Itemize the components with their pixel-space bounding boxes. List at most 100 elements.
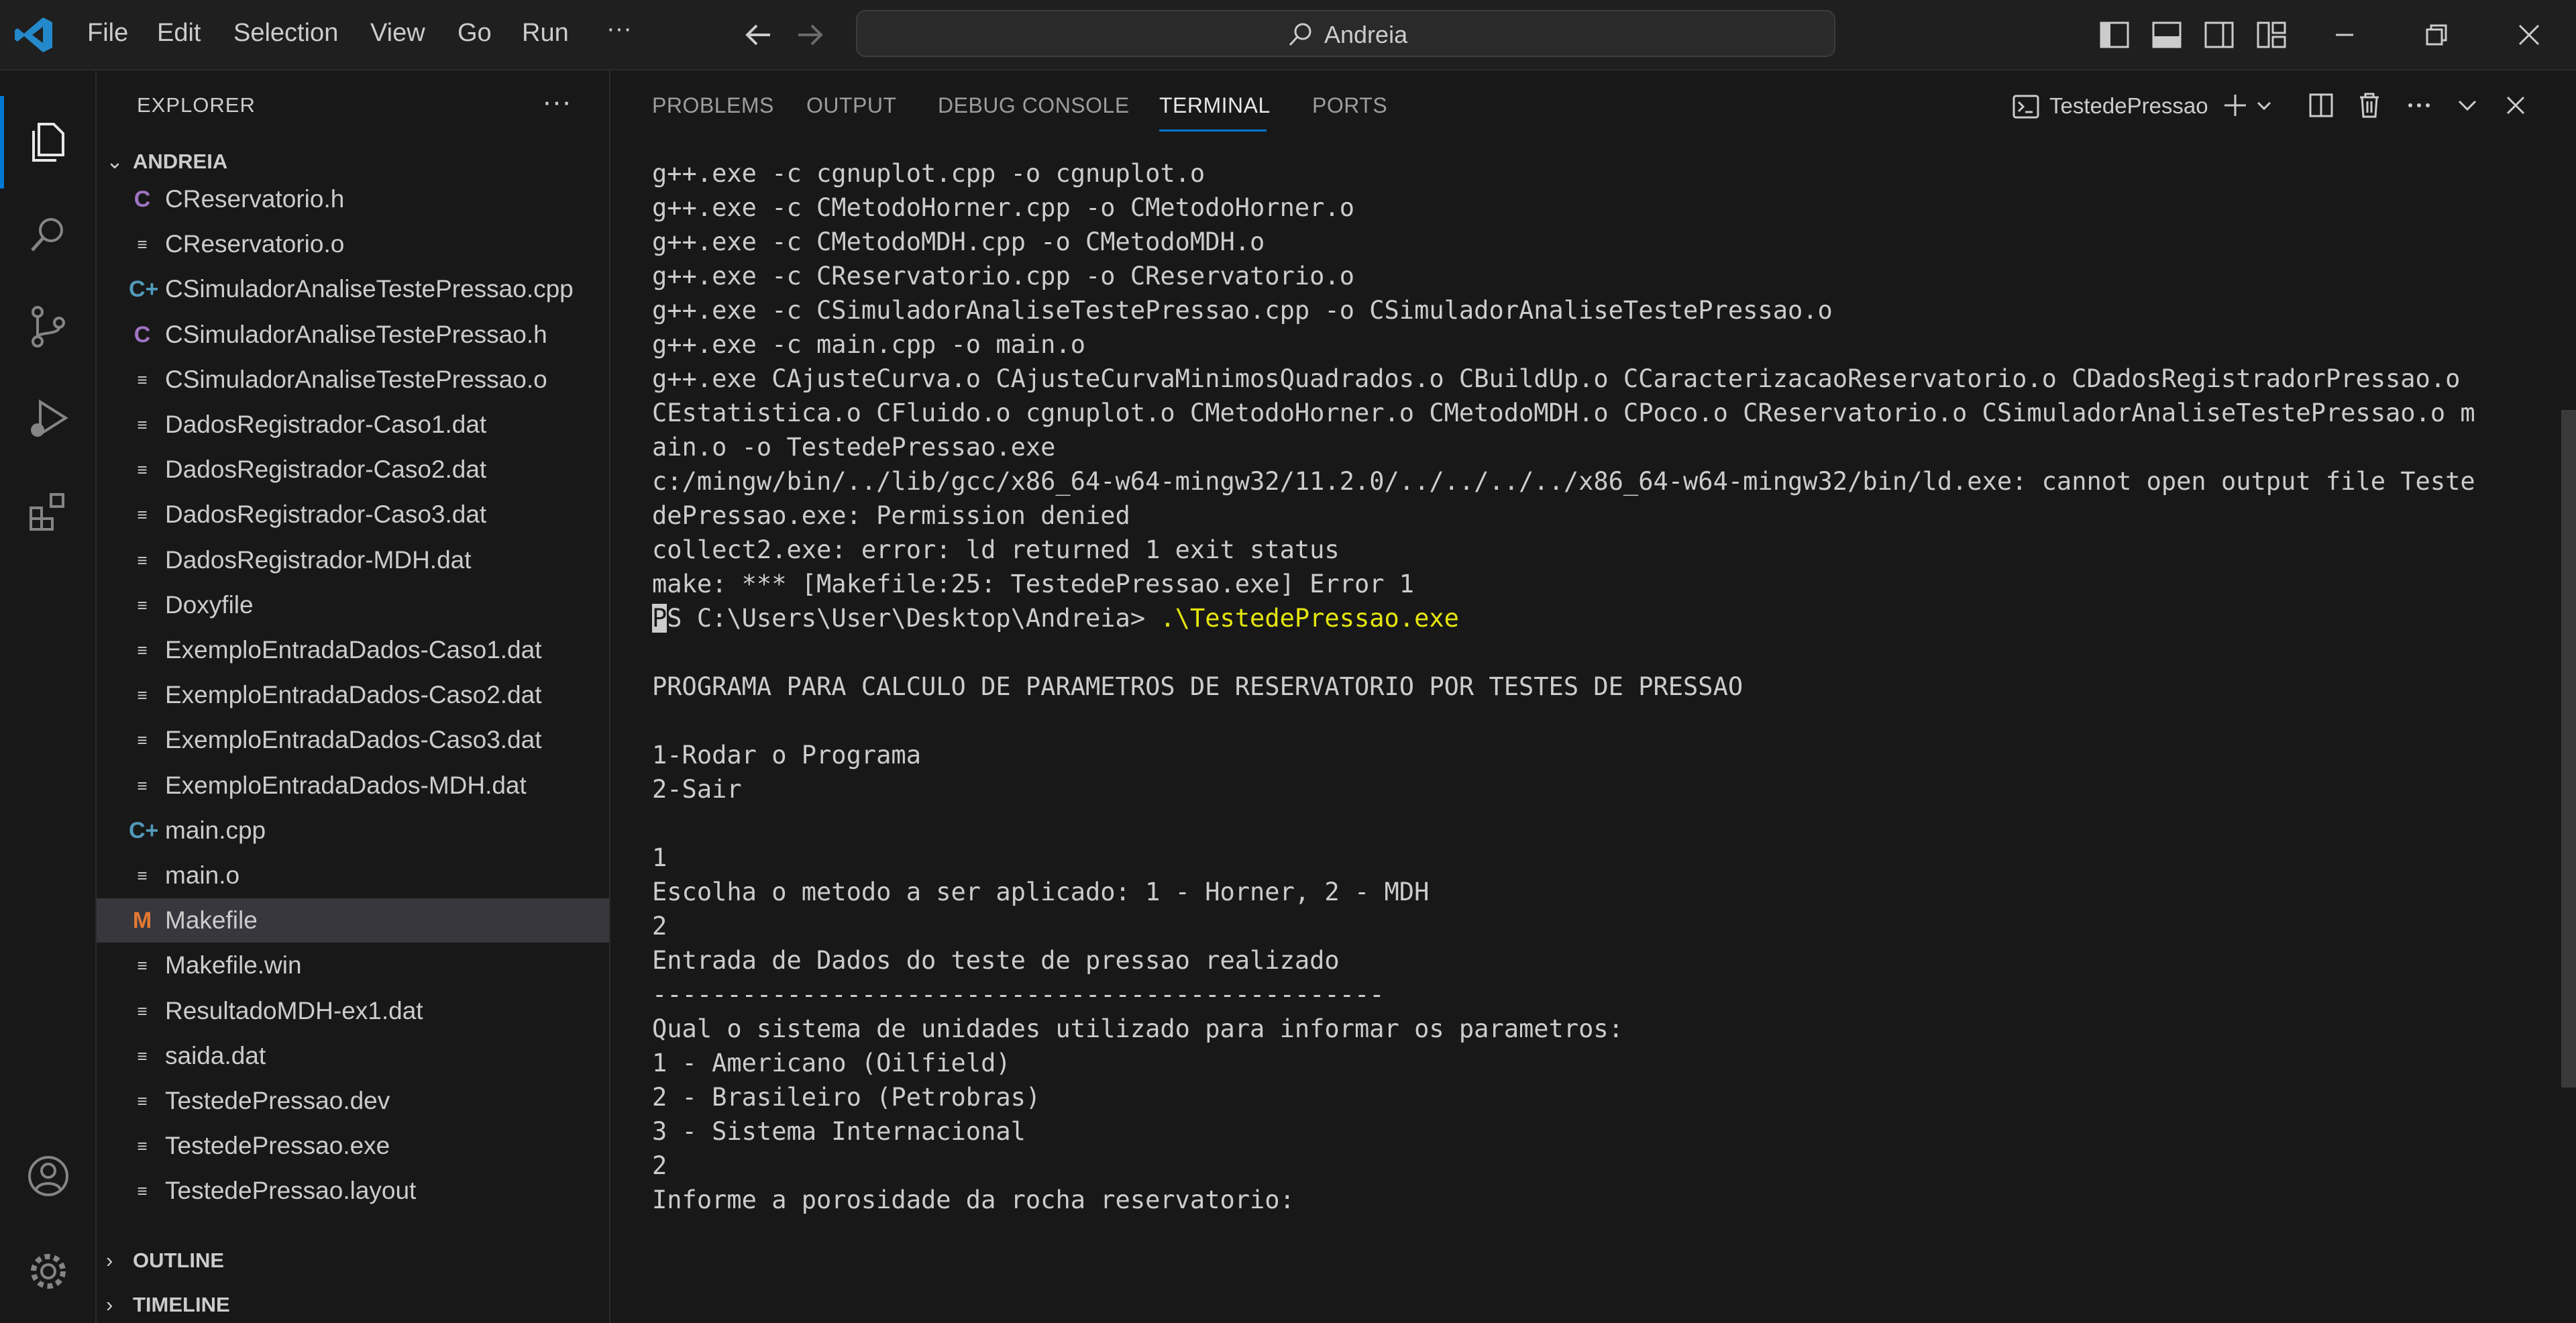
file-icon: ≡: [137, 865, 148, 886]
split-terminal-icon[interactable]: [2306, 91, 2336, 120]
file-item[interactable]: ≡ ExemploEntradaDados-MDH.dat: [97, 763, 609, 808]
search-icon: [1289, 23, 1311, 46]
tab-problems[interactable]: PROBLEMS: [652, 93, 774, 118]
file-item[interactable]: ≡ TestedePressao.exe: [97, 1124, 609, 1168]
terminal-prompt-text: S C:\Users\User\Desktop\Andreia>: [667, 604, 1161, 633]
accounts-icon[interactable]: [24, 1152, 72, 1200]
new-terminal-icon[interactable]: [2220, 91, 2250, 120]
source-control-icon[interactable]: [24, 303, 72, 351]
terminal-cursor: P: [652, 604, 667, 633]
file-item[interactable]: ≡ DadosRegistrador-Caso1.dat: [97, 403, 609, 447]
file-item[interactable]: ≡ ExemploEntradaDados-Caso1.dat: [97, 628, 609, 672]
explorer-sidebar: EXPLORER ··· ⌄ ANDREIA C CReservatorio.h ≡ C…: [97, 70, 610, 1323]
file-item[interactable]: ≡ Makefile.win: [97, 943, 609, 988]
cpp-file-icon: C+: [129, 276, 159, 303]
chevron-down-icon[interactable]: [2254, 91, 2274, 120]
file-name: CSimuladorAnaliseTestePressao.h: [165, 320, 547, 348]
file-item[interactable]: ≡ saida.dat: [97, 1034, 609, 1078]
file-item[interactable]: ≡ ResultadoMDH-ex1.dat: [97, 989, 609, 1033]
file-item[interactable]: ≡ Doxyfile: [97, 583, 609, 627]
tab-output[interactable]: OUTPUT: [806, 93, 897, 118]
menu-go[interactable]: Go: [458, 19, 492, 48]
file-item[interactable]: ≡ ExemploEntradaDados-Caso2.dat: [97, 673, 609, 717]
file-item[interactable]: ≡ DadosRegistrador-Caso3.dat: [97, 492, 609, 537]
file-item[interactable]: M Makefile: [97, 898, 609, 943]
customize-layout-icon[interactable]: [2254, 17, 2289, 52]
more-actions-icon[interactable]: [2404, 91, 2434, 120]
file-item[interactable]: ≡ DadosRegistrador-MDH.dat: [97, 538, 609, 582]
terminal-name[interactable]: TestedePressao: [2049, 93, 2208, 119]
extensions-icon[interactable]: [24, 488, 72, 536]
menu-edit[interactable]: Edit: [157, 19, 201, 48]
file-name: saida.dat: [165, 1041, 266, 1069]
active-tab-underline: [1159, 129, 1267, 131]
search-icon[interactable]: [24, 210, 72, 258]
file-item[interactable]: C+ CSimuladorAnaliseTestePressao.cpp: [97, 267, 609, 311]
file-name: DadosRegistrador-Caso3.dat: [165, 500, 487, 529]
terminal-command: .\TestedePressao.exe: [1160, 604, 1459, 633]
toggle-secondary-sidebar-icon[interactable]: [2202, 17, 2237, 52]
tab-ports[interactable]: PORTS: [1312, 93, 1387, 118]
toggle-primary-sidebar-icon[interactable]: [2097, 17, 2132, 52]
menu-more[interactable]: ···: [606, 15, 632, 44]
outline-section[interactable]: › OUTLINE: [106, 1249, 224, 1273]
command-center-search[interactable]: Andreia: [856, 10, 1835, 57]
gear-icon[interactable]: [24, 1247, 72, 1295]
file-icon: ≡: [137, 1045, 148, 1066]
file-icon: ≡: [137, 505, 148, 525]
explorer-more-button[interactable]: ···: [542, 85, 572, 119]
folder-header-andreia[interactable]: ⌄ ANDREIA: [106, 150, 227, 174]
cpp-file-icon: C+: [129, 817, 159, 843]
c-header-icon: C: [133, 187, 151, 212]
file-name: DadosRegistrador-Caso2.dat: [165, 456, 487, 484]
file-item[interactable]: ≡ CReservatorio.o: [97, 222, 609, 266]
file-item[interactable]: C CSimuladorAnaliseTestePressao.h: [97, 313, 609, 357]
file-name: ExemploEntradaDados-Caso1.dat: [165, 636, 542, 664]
file-item[interactable]: C CReservatorio.h: [97, 177, 609, 221]
menu-run[interactable]: Run: [522, 19, 569, 48]
chevron-down-icon: ⌄: [106, 150, 123, 173]
file-item[interactable]: ≡ DadosRegistrador-Caso2.dat: [97, 447, 609, 492]
c-header-icon: C: [133, 321, 151, 348]
menu-view[interactable]: View: [370, 19, 425, 48]
back-arrow-icon[interactable]: [741, 15, 777, 55]
explorer-icon[interactable]: [24, 117, 72, 166]
run-debug-icon[interactable]: [24, 395, 72, 443]
file-item[interactable]: ≡ CSimuladorAnaliseTestePressao.o: [97, 358, 609, 402]
maximize-panel-icon[interactable]: [2453, 91, 2482, 120]
active-indicator: [0, 96, 4, 189]
menu-file[interactable]: File: [87, 19, 128, 48]
file-icon: ≡: [137, 730, 148, 751]
activity-bar: [0, 70, 97, 1323]
tab-terminal[interactable]: TERMINAL: [1159, 93, 1271, 118]
makefile-icon: M: [132, 908, 152, 934]
file-item[interactable]: ≡ ExemploEntradaDados-Caso3.dat: [97, 718, 609, 762]
file-name: ResultadoMDH-ex1.dat: [165, 996, 423, 1024]
close-panel-icon[interactable]: [2501, 91, 2530, 120]
minimize-icon[interactable]: [2326, 17, 2361, 52]
menu-selection[interactable]: Selection: [233, 19, 338, 48]
tab-debug-console[interactable]: DEBUG CONSOLE: [938, 93, 1130, 118]
file-name: ExemploEntradaDados-Caso3.dat: [165, 726, 542, 754]
terminal-panel: PROBLEMS OUTPUT DEBUG CONSOLE TERMINAL P…: [610, 70, 2576, 1323]
file-name: TestedePressao.exe: [165, 1132, 390, 1160]
file-item[interactable]: C+ main.cpp: [97, 808, 609, 853]
terminal-scrollbar[interactable]: [2561, 410, 2576, 1088]
trash-icon[interactable]: [2355, 91, 2384, 120]
restore-icon[interactable]: [2419, 17, 2454, 52]
file-item[interactable]: ≡ TestedePressao.layout: [97, 1169, 609, 1213]
file-icon: ≡: [137, 549, 148, 570]
toggle-panel-icon[interactable]: [2149, 17, 2184, 52]
file-item[interactable]: ≡ main.o: [97, 853, 609, 898]
file-name: DadosRegistrador-Caso1.dat: [165, 411, 487, 438]
terminal-output[interactable]: g++.exe -c cgnuplot.cpp -o cgnuplot.o g+…: [652, 156, 2517, 1217]
folder-name: ANDREIA: [133, 150, 228, 173]
forward-arrow-icon[interactable]: [792, 15, 828, 55]
close-icon[interactable]: [2512, 17, 2546, 52]
file-name: Makefile: [165, 906, 258, 935]
file-icon: ≡: [137, 594, 148, 615]
file-icon: ≡: [137, 775, 148, 796]
file-item[interactable]: ≡ TestedePressao.dev: [97, 1079, 609, 1123]
terminal-shell-icon: [2012, 95, 2039, 119]
timeline-section[interactable]: › TIMELINE: [106, 1293, 230, 1317]
